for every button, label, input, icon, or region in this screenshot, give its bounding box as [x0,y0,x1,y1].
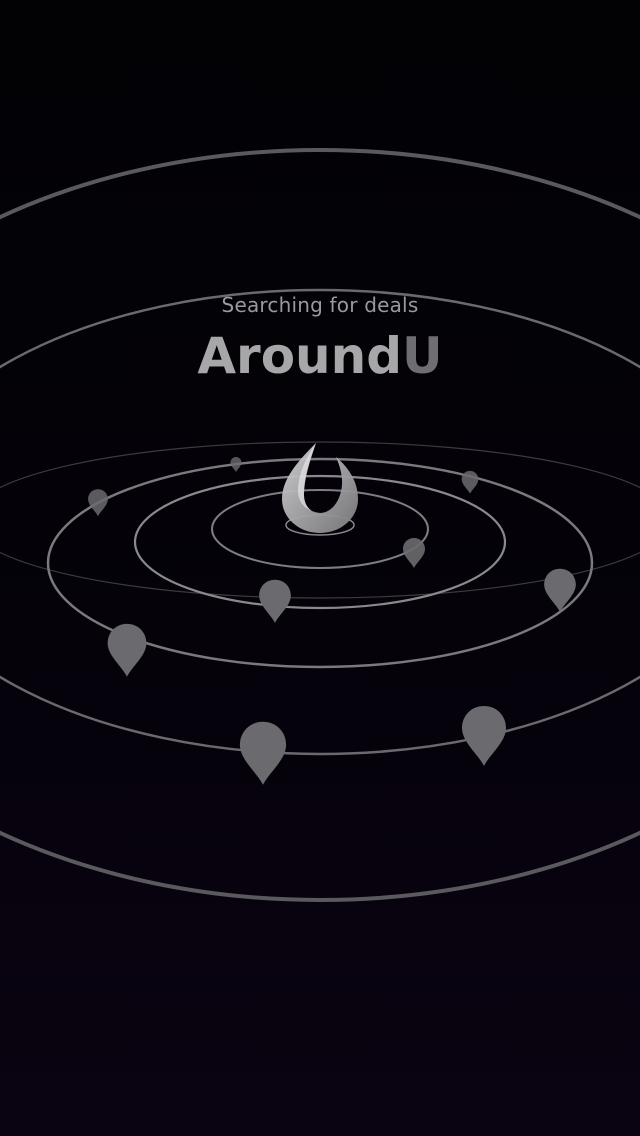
map-pin-icon [259,579,291,623]
map-pin-icon [544,568,576,612]
drop-logo-icon [282,443,358,533]
radar-ring-2 [133,474,507,610]
map-pin-icon [88,489,108,517]
map-pin-icon [230,457,242,472]
map-pin-icon [403,538,425,568]
radar-animation [0,148,640,902]
map-pin-icon [239,721,287,785]
map-pin-icon [107,623,147,677]
splash-screen: Searching for deals AroundU [0,0,640,1136]
map-pin-icon [462,706,506,766]
map-pin-icon [461,470,479,494]
